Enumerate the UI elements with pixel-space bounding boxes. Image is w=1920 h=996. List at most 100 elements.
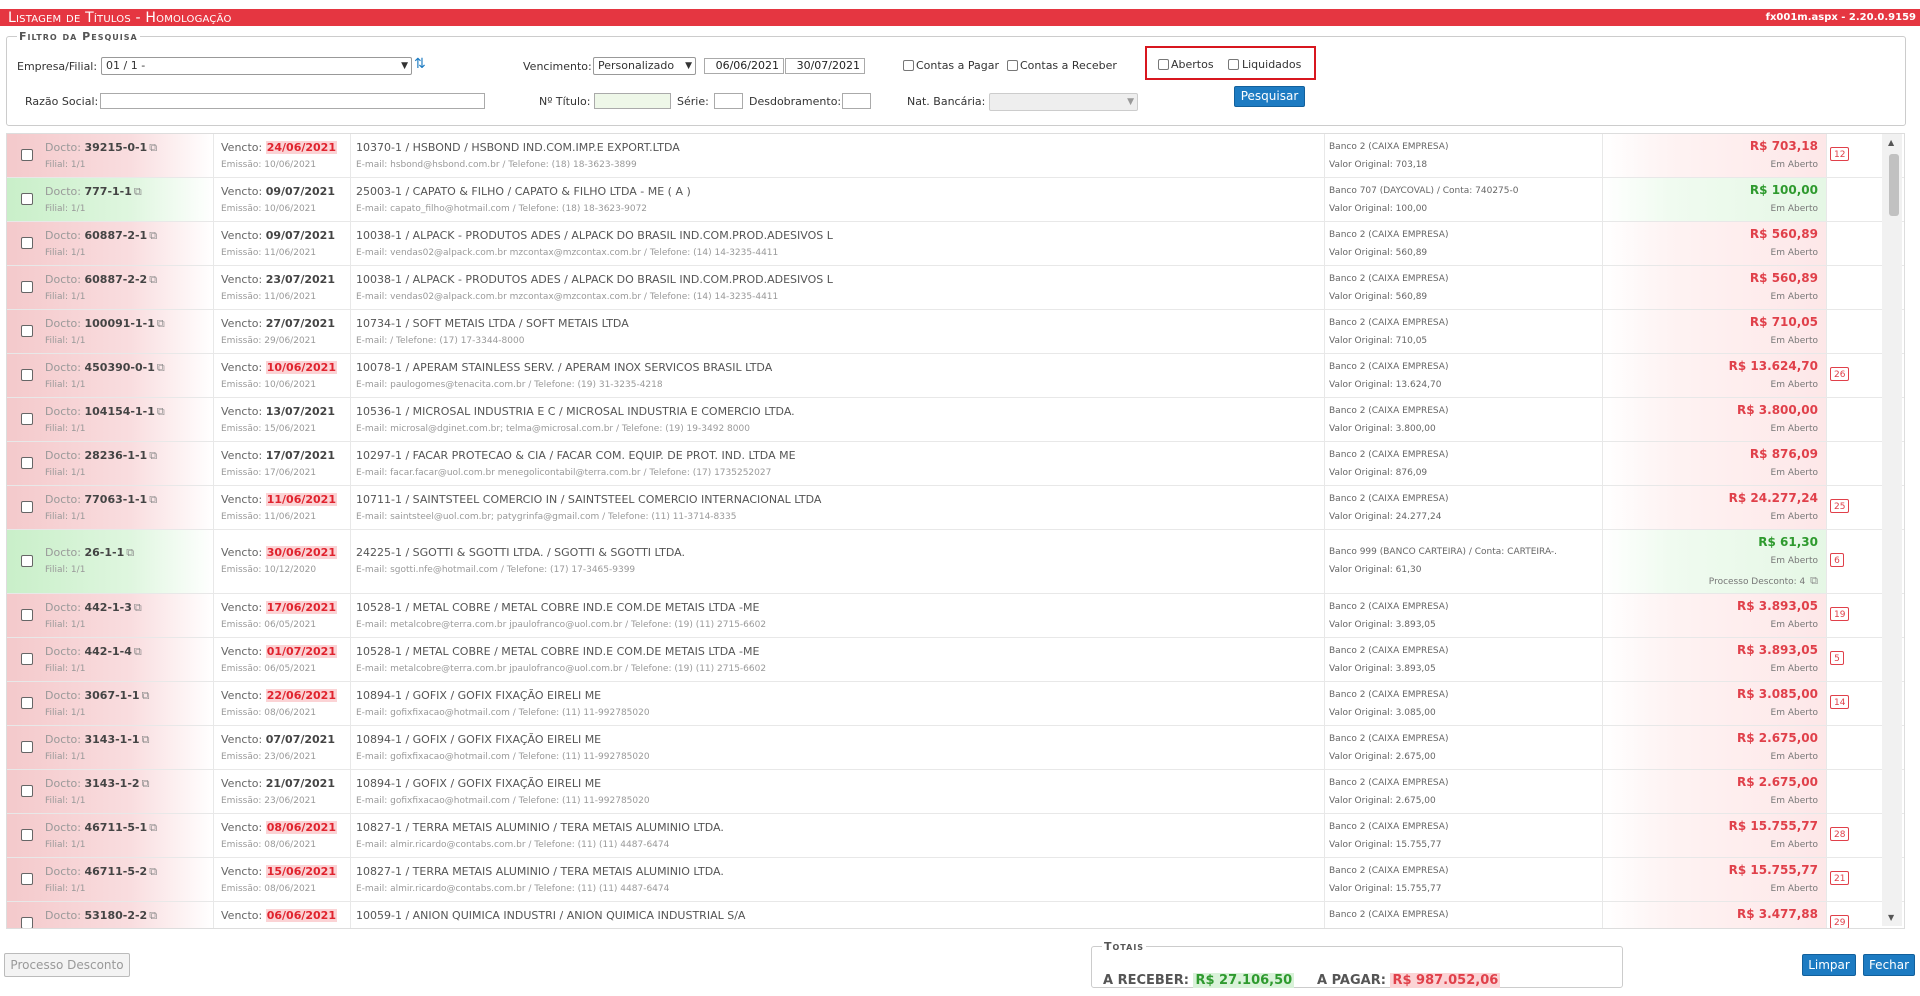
contas-pagar-checkbox[interactable] [903,60,914,71]
filial: Filial: 1/1 [45,380,86,390]
docto-number[interactable]: 450390-0-1 [85,361,155,374]
docto-number[interactable]: 3143-1-2 [85,777,140,790]
razao-input[interactable] [100,93,485,109]
row-checkbox[interactable] [21,501,33,513]
docto-number[interactable]: 442-1-3 [85,601,132,614]
serie-input[interactable] [714,93,743,109]
status-text: Em Aberto [1770,884,1818,894]
emissao: Emissão: 23/06/2021 [221,796,317,806]
docto-number[interactable]: 3143-1-1 [85,733,140,746]
row-checkbox[interactable] [21,281,33,293]
row-checkbox[interactable] [21,325,33,337]
cliente-name: 10528-1 / METAL COBRE / METAL COBRE IND.… [356,601,760,614]
limpar-button[interactable]: Limpar [1802,954,1856,976]
refresh-icon[interactable]: ⇅ [414,56,426,72]
fechar-button[interactable]: Fechar [1863,954,1915,976]
table-scrollbar[interactable]: ▲ ▼ [1882,134,1902,926]
filial: Filial: 1/1 [45,708,86,718]
cliente-contact: E-mail: paulogomes@tenacita.com.br / Tel… [356,380,663,390]
docto-number[interactable]: 53180-2-2 [85,909,148,922]
contas-receber-checkbox[interactable] [1007,60,1018,71]
row-checkbox[interactable] [21,369,33,381]
docto-number[interactable]: 60887-2-1 [85,229,148,242]
external-link-icon[interactable]: ⧉ [142,777,150,790]
docto-number[interactable]: 46711-5-1 [85,821,148,834]
docto-number[interactable]: 100091-1-1 [85,317,155,330]
external-link-icon[interactable]: ⧉ [134,645,142,658]
external-link-icon[interactable]: ⧉ [126,546,134,559]
chevron-down-icon: ▼ [401,61,408,71]
docto-number[interactable]: 77063-1-1 [85,493,148,506]
cliente-contact: E-mail: almir.ricardo@contabs.com.br / T… [356,884,670,894]
external-link-icon[interactable]: ⧉ [149,229,157,242]
row-checkbox[interactable] [21,609,33,621]
cliente-name: 10827-1 / TERRA METAIS ALUMINIO / TERA M… [356,821,724,834]
external-link-icon[interactable]: ⧉ [157,361,165,374]
docto-number[interactable]: 60887-2-2 [85,273,148,286]
docto-number[interactable]: 26-1-1 [85,546,125,559]
desdobramento-input[interactable] [842,93,871,109]
external-link-icon[interactable]: ⧉ [149,273,157,286]
emissao: Emissão: 11/06/2021 [221,512,317,522]
docto-number[interactable]: 777-1-1 [85,185,132,198]
natbancaria-select[interactable]: ▼ [989,93,1138,111]
docto: Docto: 3067-1-1 ⧉ [45,689,149,703]
vencto-date: 24/06/2021 [265,141,337,154]
cliente-name: 25003-1 / CAPATO & FILHO / CAPATO & FILH… [356,185,691,198]
days-overdue-badge: 6 [1830,553,1844,567]
liquidados-checkbox[interactable] [1228,59,1239,70]
external-link-icon[interactable]: ⧉ [149,493,157,506]
date-from-input[interactable]: 06/06/2021 [704,58,784,74]
row-checkbox[interactable] [21,413,33,425]
external-link-icon[interactable]: ⧉ [149,865,157,878]
vencto-label: Vencto: [221,449,266,462]
external-link-icon[interactable]: ⧉ [149,141,157,154]
external-link-icon[interactable]: ⧉ [157,405,165,418]
scroll-down-icon[interactable]: ▼ [1888,913,1894,922]
vencimento-select[interactable]: Personalizado ▼ [593,57,696,75]
banco-info: Banco 2 (CAIXA EMPRESA) [1329,406,1449,416]
scroll-thumb[interactable] [1889,154,1899,216]
cliente-name: 10734-1 / SOFT METAIS LTDA / SOFT METAIS… [356,317,629,330]
row-checkbox[interactable] [21,785,33,797]
abertos-checkbox[interactable] [1158,59,1169,70]
row-checkbox[interactable] [21,741,33,753]
row-checkbox[interactable] [21,873,33,885]
external-link-icon[interactable]: ⧉ [134,601,142,614]
row-checkbox[interactable] [21,917,33,928]
docto-number[interactable]: 39215-0-1 [85,141,148,154]
docto-number[interactable]: 46711-5-2 [85,865,148,878]
row-checkbox[interactable] [21,653,33,665]
table-row: R$ 710,05 Em Aberto Docto: 100091-1-1 ⧉ Fili… [7,310,1904,354]
docto-number[interactable]: 104154-1-1 [85,405,155,418]
external-link-icon[interactable]: ⧉ [149,449,157,462]
external-link-icon[interactable]: ⧉ [142,733,150,746]
date-to-input[interactable]: 30/07/2021 [785,58,865,74]
docto-number[interactable]: 442-1-4 [85,645,132,658]
row-checkbox[interactable] [21,237,33,249]
external-link-icon[interactable]: ⧉ [149,821,157,834]
external-link-icon[interactable]: ⧉ [157,317,165,330]
external-link-icon[interactable]: ⧉ [1810,574,1818,587]
pesquisar-button[interactable]: Pesquisar [1234,86,1305,107]
processo-desconto-button[interactable]: Processo Desconto [4,953,130,977]
scroll-up-icon[interactable]: ▲ [1888,138,1894,147]
external-link-icon[interactable]: ⧉ [142,689,150,702]
external-link-icon[interactable]: ⧉ [149,909,157,922]
empresa-select[interactable]: 01 / 1 - ▼ [101,57,412,75]
row-checkbox[interactable] [21,457,33,469]
docto-number[interactable]: 28236-1-1 [85,449,148,462]
row-checkbox[interactable] [21,829,33,841]
titulo-input[interactable] [594,93,671,109]
banco-info: Banco 2 (CAIXA EMPRESA) [1329,274,1449,284]
row-checkbox[interactable] [21,697,33,709]
row-checkbox[interactable] [21,149,33,161]
docto-number[interactable]: 3067-1-1 [85,689,140,702]
row-checkbox[interactable] [21,193,33,205]
valor: R$ 3.477,88 [1737,907,1818,921]
column-divider [1324,310,1325,353]
external-link-icon[interactable]: ⧉ [134,185,142,198]
banco-info: Banco 2 (CAIXA EMPRESA) [1329,318,1449,328]
row-checkbox[interactable] [21,555,33,567]
vencto: Vencto: 17/06/2021 [221,601,337,614]
